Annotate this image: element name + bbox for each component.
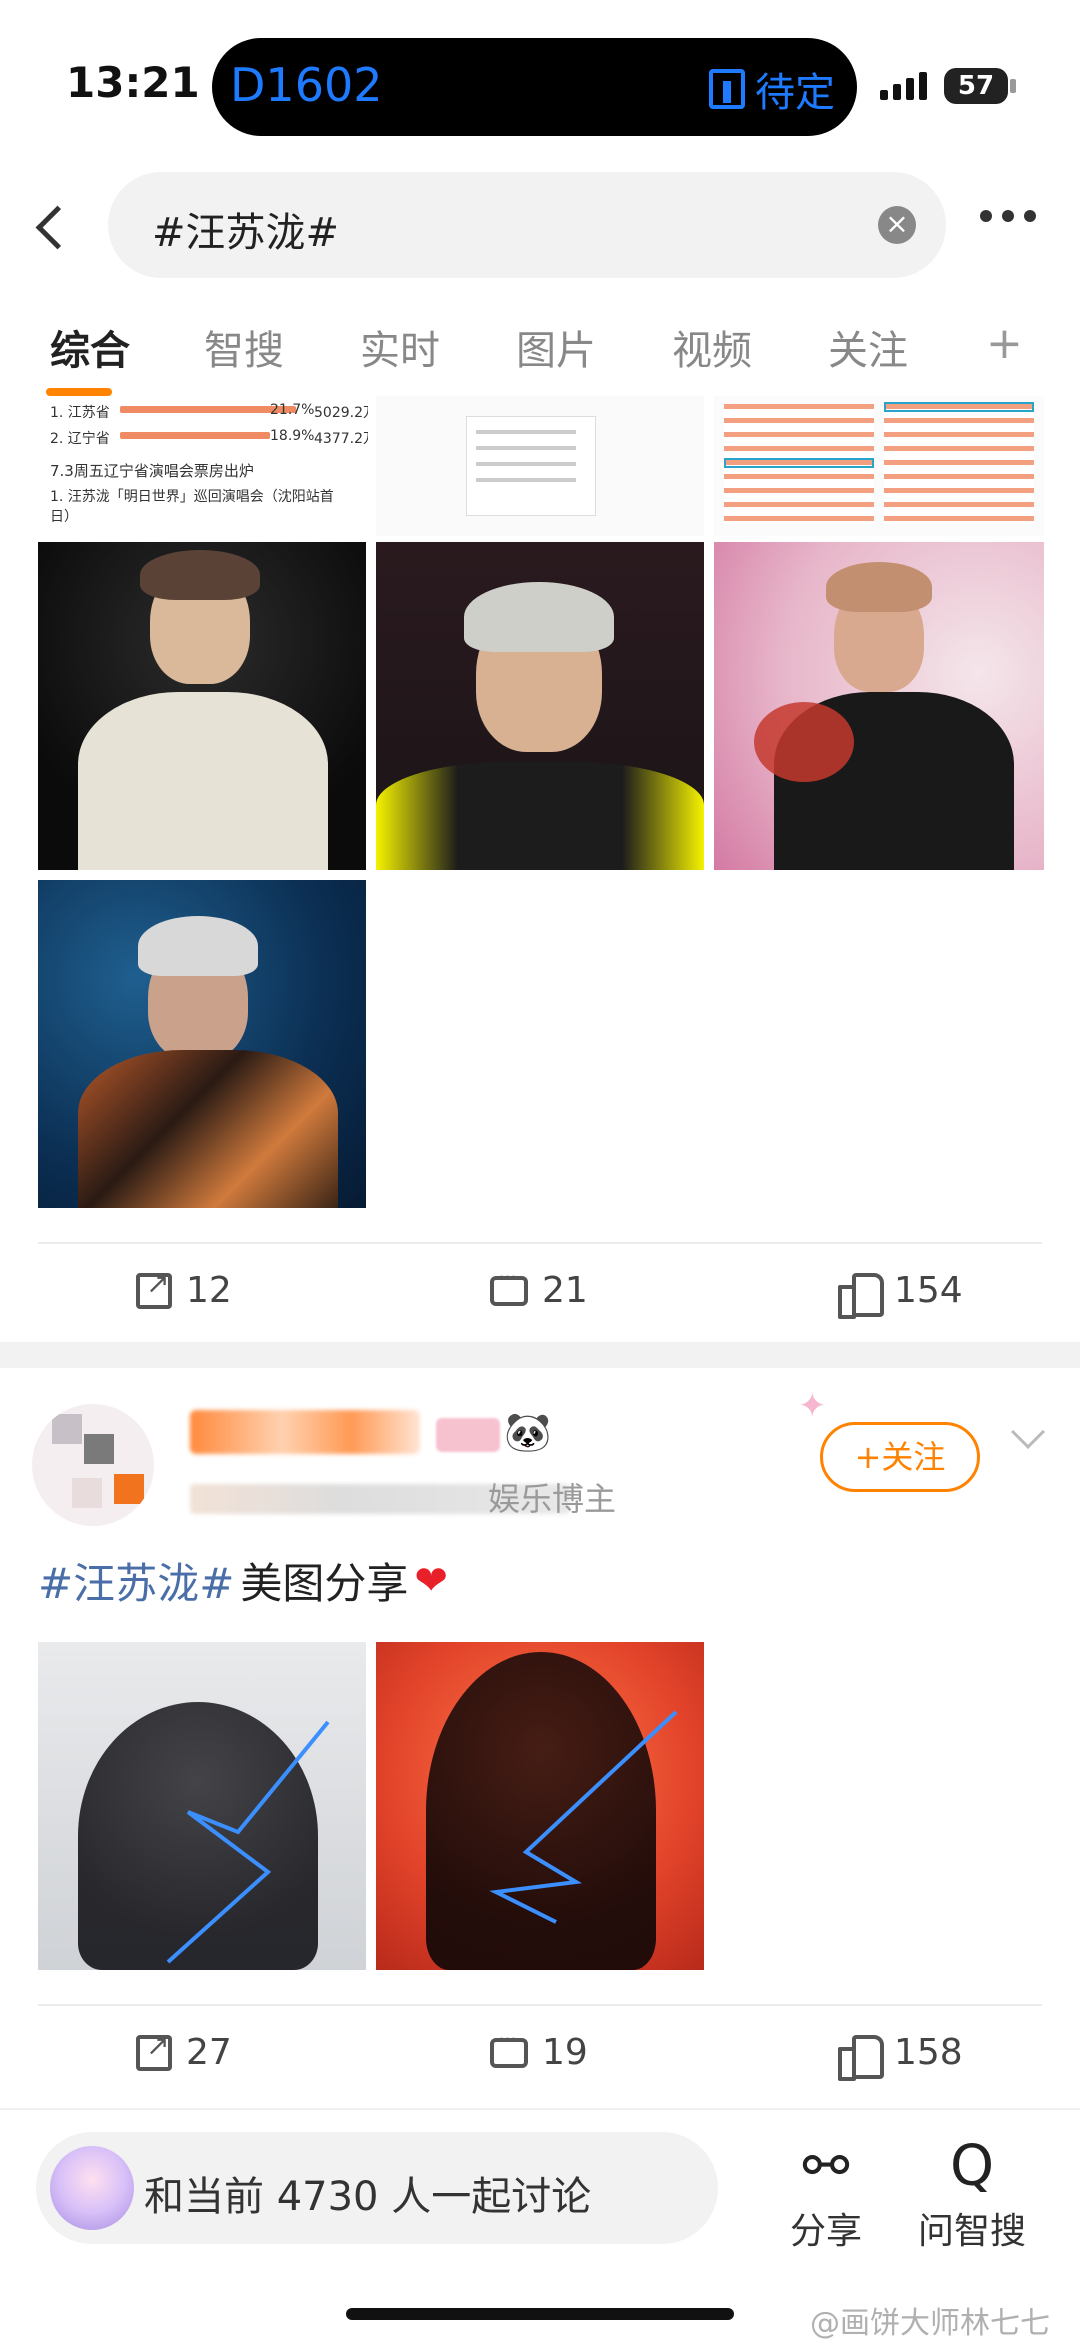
discuss-text: 和当前 4730 人一起讨论 [144,2174,592,2220]
repost-count: 27 [186,2032,232,2073]
chevron-down-icon[interactable] [1011,1415,1045,1449]
doc-row-pct: 18.9% [270,428,315,444]
tab-realtime[interactable]: 实时 [360,318,440,376]
doc-row-amount: 5029.2万 [314,405,368,421]
thumbs-up-icon [838,2033,884,2081]
island-flight-label: D1602 [230,58,383,112]
watermark: @画饼大师林七七 [810,2306,1050,2341]
ask-label: 问智搜 [918,2211,1027,2252]
discuss-avatar [50,2146,134,2230]
add-tab-icon[interactable]: + [986,318,1023,369]
repost-button[interactable]: 12 [136,1267,232,1311]
repost-button[interactable]: 27 [136,2029,232,2073]
post-body: 美图分享 [240,1559,409,1608]
heart-icon: ❤ [414,1557,448,1604]
panda-icon: 🐼 [504,1410,552,1454]
dynamic-island[interactable]: D1602 待定 [212,38,857,136]
search-query: #汪苏泷# [152,210,340,256]
doc-heading: 7.3周五辽宁省演唱会票房出炉 [50,462,254,480]
status-time: 13:21 [66,58,200,107]
comment-count: 21 [542,1270,588,1311]
sparkle-decoration-icon: ✦ [798,1386,827,1426]
tab-comprehensive[interactable]: 综合 [50,318,130,376]
card1-action-row: 12 21 154 [38,1242,1042,1342]
island-status-text: 待定 [755,70,835,116]
battery-icon: 57 [944,68,1008,104]
photo-singer-pink-stage[interactable] [714,542,1044,870]
like-count: 154 [894,1270,963,1311]
repost-count: 12 [186,1270,232,1311]
comment-icon [490,1266,528,1306]
avatar[interactable] [32,1404,154,1526]
post-content: #汪苏泷# 美图分享 ❤ [38,1550,448,1611]
doc-row-rank: 1. 江苏省 [50,405,110,421]
photo-veil-red[interactable] [376,1642,704,1970]
clear-icon[interactable]: × [878,206,916,244]
like-count: 158 [894,2032,963,2073]
drawn-line-icon [489,1710,678,1924]
follow-button[interactable]: +关注 [820,1422,980,1492]
boarding-gate-icon [709,69,745,109]
smart-search-icon: Q [949,2134,995,2199]
photo-singer-grey-hair[interactable] [376,542,704,870]
back-arrow-icon[interactable] [30,198,70,258]
user-category: 娱乐博主 [488,1480,617,1518]
card2-action-row: 27 19 158 [38,2004,1042,2104]
cellular-signal-icon [880,72,927,100]
photo-singer-blue-stage[interactable] [38,880,366,1208]
comment-icon [490,2028,528,2068]
active-tab-indicator [46,388,112,396]
image-ranking-chart[interactable] [714,396,1044,536]
tab-videos[interactable]: 视频 [672,318,752,376]
island-status: 待定 [709,60,835,118]
more-icon[interactable] [980,210,1036,222]
photo-singer-white-shirt[interactable] [38,542,366,870]
post-hashtag[interactable]: #汪苏泷# [38,1550,234,1611]
home-indicator[interactable] [346,2308,734,2320]
doc-row-bar [120,432,270,439]
share-button[interactable]: ⚯ 分享 [790,2132,862,2254]
comment-button[interactable]: 19 [490,2028,588,2073]
tab-following[interactable]: 关注 [828,318,908,376]
discuss-input[interactable]: 和当前 4730 人一起讨论 [36,2132,718,2244]
share-nodes-icon: ⚯ [802,2134,850,2199]
share-icon [136,2029,172,2071]
doc-row-amount: 4377.2万 [314,431,368,447]
comment-button[interactable]: 21 [490,1266,588,1311]
image-box-office-table[interactable]: 1. 江苏省 21.7% 5029.2万 2. 辽宁省 18.9% 4377.2… [38,396,368,536]
share-icon [136,1267,172,1309]
doc-row-rank: 2. 辽宁省 [50,431,110,447]
tab-images[interactable]: 图片 [516,318,596,376]
search-tabs: 综合 智搜 实时 图片 视频 关注 [0,318,1080,388]
thumbs-up-icon [838,1271,884,1319]
card-divider [0,1342,1080,1368]
image-data-sheet[interactable] [376,396,704,536]
comment-count: 19 [542,2032,588,2073]
like-button[interactable]: 158 [838,2032,963,2081]
like-button[interactable]: 154 [838,1270,963,1319]
user-badge [436,1418,500,1452]
photo-veil-blue[interactable] [38,1642,366,1970]
doc-item: 1. 汪苏泷「明日世界」巡回演唱会（沈阳站首日） [50,489,334,525]
drawn-line-icon [166,1720,330,1964]
search-input[interactable]: #汪苏泷# × [108,172,946,278]
battery-tip [1010,79,1016,93]
tab-smart-search[interactable]: 智搜 [204,318,284,376]
status-bar: 13:21 D1602 待定 57 [0,0,1080,170]
ask-smart-search-button[interactable]: Q 问智搜 [918,2132,1026,2254]
doc-row-pct: 21.7% [270,402,315,418]
username-blurred[interactable] [190,1410,420,1454]
share-label: 分享 [790,2211,863,2252]
